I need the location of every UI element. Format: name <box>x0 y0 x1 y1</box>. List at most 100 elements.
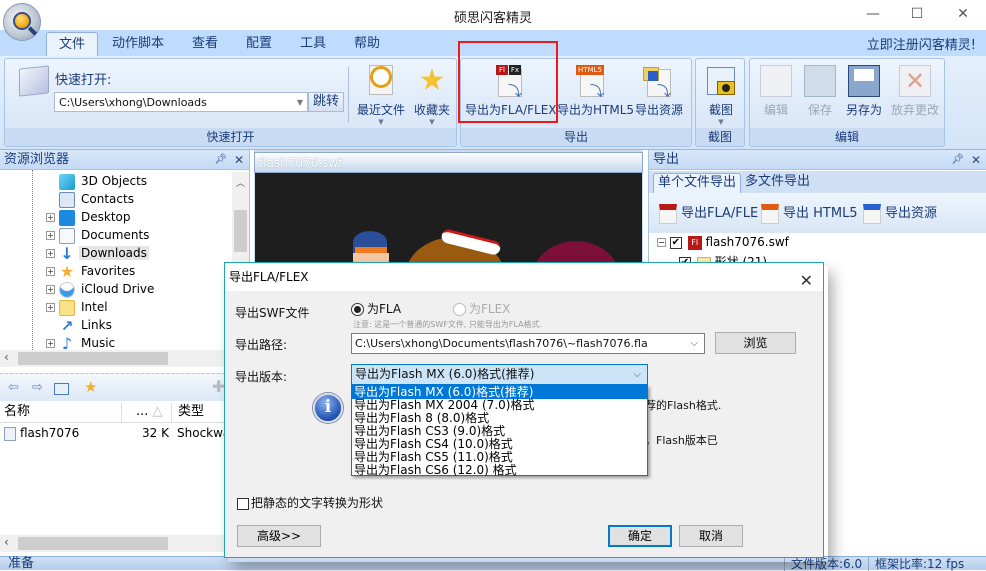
scrollbar-thumb[interactable] <box>18 537 168 550</box>
up-folder-icon[interactable] <box>54 383 69 395</box>
expand-icon[interactable]: + <box>46 339 55 348</box>
close-panel-icon[interactable]: ✕ <box>971 150 981 170</box>
expand-icon[interactable]: + <box>46 213 55 222</box>
file-list-row[interactable]: flash7076 32 K Shockwa <box>4 426 230 441</box>
dropdown-arrow-icon[interactable]: ▼ <box>297 95 303 110</box>
save-button[interactable]: 保存 <box>800 65 840 118</box>
expand-icon[interactable]: + <box>46 231 55 240</box>
tree-item[interactable]: + ♪ Music <box>46 334 117 350</box>
convert-text-checkbox[interactable]: 把静态的文字转换为形状 <box>237 494 383 511</box>
forward-arrow-icon[interactable]: ⇨ <box>32 380 43 395</box>
browse-button[interactable]: 浏览 <box>715 332 796 354</box>
export-toolbar: 导出FLA/FLE 导出 HTML5 导出资源 <box>649 193 986 233</box>
dialog-close-icon[interactable]: ✕ <box>800 267 813 295</box>
tab-actionscript[interactable]: 动作脚本 <box>100 32 176 56</box>
tree-item[interactable]: + Intel <box>46 298 110 316</box>
edit-button[interactable]: 编辑 <box>756 65 796 118</box>
group-label-quick-open: 快速打开 <box>5 128 456 146</box>
group-quick-open: 快速打开: C:\Users\xhong\Downloads ▼ 跳转 最近文件… <box>4 58 457 147</box>
scroll-up-icon[interactable]: ︿ <box>236 176 245 189</box>
minimize-button[interactable]: — <box>850 3 896 27</box>
close-button[interactable]: ✕ <box>940 3 986 27</box>
export-fla-button[interactable]: 导出FLA/FLE <box>659 202 758 224</box>
flash-file-icon: Fl <box>687 235 702 250</box>
save-as-button[interactable]: 另存为 <box>842 65 886 118</box>
expand-icon[interactable]: + <box>46 303 55 312</box>
cancel-button[interactable]: 取消 <box>679 525 743 547</box>
tab-config[interactable]: 配置 <box>234 32 284 56</box>
discard-changes-button[interactable]: ✕ 放弃更改 <box>888 65 942 118</box>
radio-flex[interactable]: 为FLEX <box>453 300 510 317</box>
radio-fla[interactable]: 为FLA <box>351 300 401 317</box>
tree-item[interactable]: Contacts <box>46 190 136 208</box>
register-link[interactable]: 立即注册闪客精灵! <box>867 34 976 53</box>
link-arrow-icon: ↗ <box>60 316 74 335</box>
scrollbar-thumb[interactable] <box>234 210 247 252</box>
screenshot-button[interactable]: 截图 ▼ <box>700 65 742 126</box>
export-resources-button[interactable]: ⤵ 导出资源 <box>631 65 687 118</box>
tree-item[interactable]: + iCloud Drive <box>46 280 156 298</box>
maximize-button[interactable]: ☐ <box>894 3 940 27</box>
tab-multi-file-export[interactable]: 多文件导出 <box>741 173 814 193</box>
version-select[interactable]: 导出为Flash MX (6.0)格式(推荐) ⌵ <box>351 364 648 385</box>
app-menu-orb[interactable] <box>3 3 41 41</box>
tab-help[interactable]: 帮助 <box>342 32 392 56</box>
scroll-left-icon[interactable]: ‹ <box>4 535 9 549</box>
chevron-down-icon[interactable]: ⌵ <box>690 334 698 353</box>
export-panel-header: 导出 📌︎ ✕ <box>649 150 986 170</box>
tree-item[interactable]: + ↓ Downloads <box>46 244 149 262</box>
tree-item[interactable]: ↗ Links <box>46 316 114 334</box>
favorite-star-icon[interactable]: ★ <box>84 378 97 396</box>
expand-icon[interactable]: + <box>46 249 55 258</box>
radio-selected-icon <box>351 303 364 316</box>
pencil-doc-icon <box>760 65 792 97</box>
download-arrow-icon: ↓ <box>60 243 74 263</box>
floppy-disk-icon <box>804 65 836 97</box>
scrollbar-thumb[interactable] <box>18 352 168 365</box>
favorites-button[interactable]: ★ 收藏夹 ▼ <box>410 63 454 127</box>
info-text-line2: 。Flash版本已 <box>645 434 718 447</box>
collapse-icon[interactable]: − <box>657 238 666 247</box>
recent-files-button[interactable]: 最近文件 ▼ <box>354 65 408 126</box>
tree-item[interactable]: 3D Objects <box>46 172 149 190</box>
go-button[interactable]: 跳转 <box>308 92 344 112</box>
checkbox-checked[interactable]: ✔ <box>669 236 682 249</box>
export-html5-button[interactable]: HTML5 ⤵ 导出为HTML5 <box>557 65 634 118</box>
list-horizontal-scrollbar[interactable]: ‹ <box>0 535 232 552</box>
tab-tools[interactable]: 工具 <box>288 32 338 56</box>
expand-icon[interactable]: + <box>46 267 55 276</box>
quick-open-path-input[interactable]: C:\Users\xhong\Downloads ▼ <box>54 92 308 112</box>
tree-item[interactable]: + Documents <box>46 226 151 244</box>
column-size[interactable]: ... △ <box>136 403 172 423</box>
cloud-icon <box>59 281 75 298</box>
scroll-left-icon[interactable]: ‹ <box>4 350 9 364</box>
desktop-icon <box>59 209 75 226</box>
dropdown-arrow-icon: ▼ <box>429 118 435 126</box>
export-path-combo[interactable]: C:\Users\xhong\Documents\flash7076\~flas… <box>351 333 705 354</box>
back-arrow-icon[interactable]: ⇦ <box>8 380 19 395</box>
tab-single-file-export[interactable]: 单个文件导出 <box>653 173 742 193</box>
expand-icon[interactable]: + <box>46 285 55 294</box>
tab-file[interactable]: 文件 <box>46 32 99 56</box>
chevron-down-icon[interactable]: ⌵ <box>633 365 641 384</box>
tree-item[interactable]: + ★ Favorites <box>46 262 137 280</box>
version-option[interactable]: 导出为Flash CS6 (12.0) 格式 <box>352 464 647 477</box>
ok-button[interactable]: 确定 <box>608 525 672 547</box>
checkbox-unchecked <box>237 497 249 510</box>
column-name[interactable]: 名称 <box>4 403 122 423</box>
cube-icon <box>59 173 75 190</box>
tree-item[interactable]: + Desktop <box>46 208 133 226</box>
sort-ascending-icon: △ <box>152 404 163 419</box>
floppy-save-as-icon <box>848 65 880 97</box>
export-html5-button[interactable]: 导出 HTML5 <box>761 202 858 224</box>
pin-icon[interactable]: 📌︎ <box>951 150 964 170</box>
status-frame-rate: 框架比率:12 fps <box>868 557 964 571</box>
tab-view[interactable]: 查看 <box>180 32 230 56</box>
star-flash-icon: ★ <box>418 63 446 98</box>
advanced-button[interactable]: 高级>> <box>237 525 321 547</box>
close-panel-icon[interactable]: ✕ <box>234 150 244 170</box>
tree-horizontal-scrollbar[interactable]: ‹ <box>0 350 232 367</box>
pin-icon[interactable]: 📌︎ <box>214 150 227 170</box>
export-resources-button[interactable]: 导出资源 <box>863 202 937 224</box>
export-tree-item[interactable]: − ✔ Fl flash7076.swf <box>657 235 789 253</box>
